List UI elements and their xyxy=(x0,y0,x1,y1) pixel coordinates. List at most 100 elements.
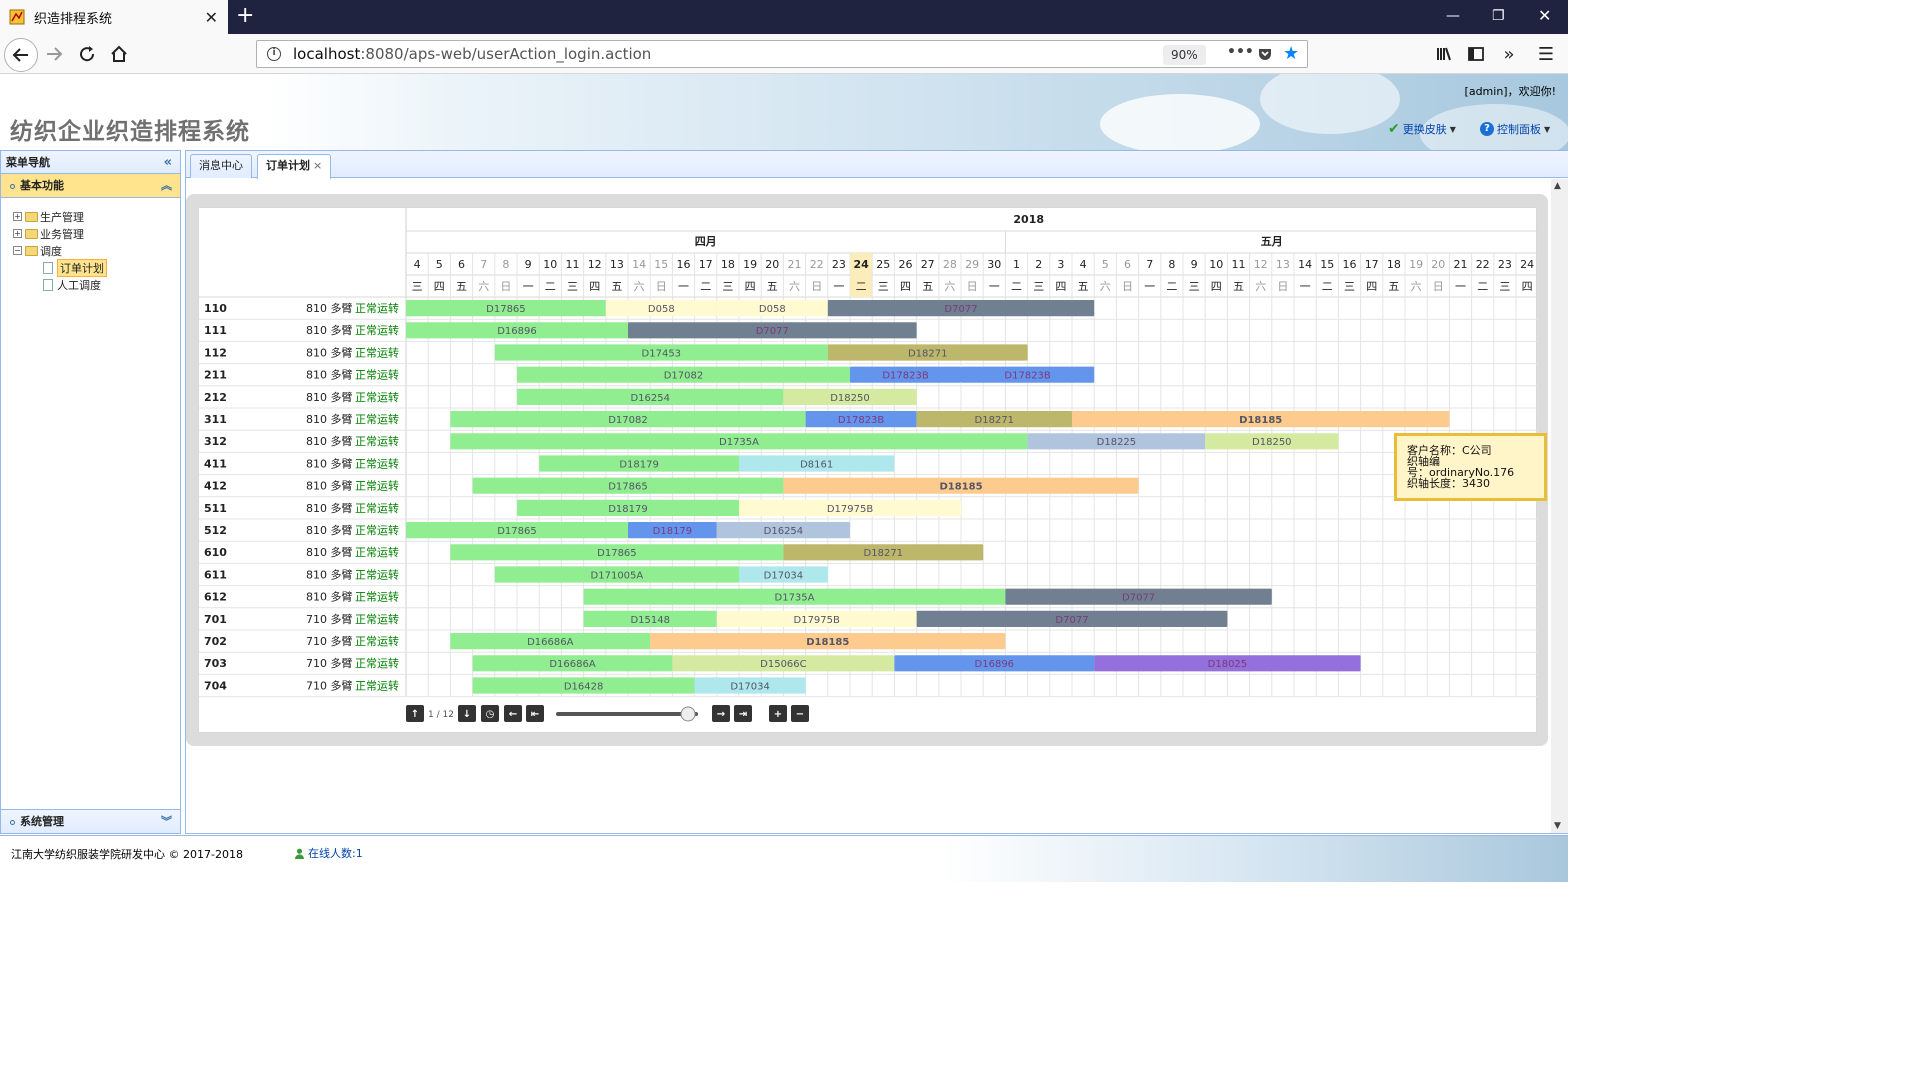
task-label[interactable]: D1735A xyxy=(719,437,759,448)
section-system-management[interactable]: 系统管理 ︾ xyxy=(1,809,180,833)
collapse-sidebar-icon[interactable]: « xyxy=(164,151,172,174)
tab-message-center[interactable]: 消息中心 xyxy=(190,154,252,178)
task-label[interactable]: D7077 xyxy=(756,326,789,337)
task-label[interactable]: D18179 xyxy=(653,526,693,537)
change-skin-button[interactable]: ✔ 更换皮肤 ▼ xyxy=(1388,121,1456,137)
tree-node-production[interactable]: + 生产管理 xyxy=(13,208,180,225)
task-label[interactable]: D18225 xyxy=(1097,437,1137,448)
task-label[interactable]: D16254 xyxy=(630,393,670,404)
machine-id[interactable]: 512 xyxy=(204,524,227,537)
expand-icon[interactable]: + xyxy=(13,212,22,221)
browser-tab[interactable]: 织造排程系统 ✕ xyxy=(0,0,228,34)
page-actions-icon[interactable]: ••• xyxy=(1227,44,1254,60)
task-label[interactable]: D18185 xyxy=(1239,415,1282,426)
task-label[interactable]: D17453 xyxy=(642,348,682,359)
pocket-icon[interactable] xyxy=(1257,46,1273,66)
task-label[interactable]: D18250 xyxy=(830,393,870,404)
machine-id[interactable]: 612 xyxy=(204,591,227,604)
section-basic-functions[interactable]: 基本功能 ︽ xyxy=(1,174,180,198)
task-label[interactable]: D17975B xyxy=(794,615,841,626)
new-tab-icon[interactable]: + xyxy=(236,5,254,27)
tree-node-order-plan[interactable]: 订单计划 xyxy=(13,258,180,277)
machine-id[interactable]: 411 xyxy=(204,457,227,470)
task-label[interactable]: D7077 xyxy=(1055,615,1088,626)
task-label[interactable]: D18271 xyxy=(975,415,1015,426)
scroll-up-icon[interactable]: ▲ xyxy=(1554,181,1561,191)
expand-section-icon[interactable]: ︾ xyxy=(161,810,172,834)
reload-icon[interactable] xyxy=(73,40,101,68)
hamburger-menu-icon[interactable]: ☰ xyxy=(1532,40,1560,68)
task-label[interactable]: D058 xyxy=(759,304,786,315)
close-window-icon[interactable]: ✕ xyxy=(1538,6,1551,25)
task-label[interactable]: D16686A xyxy=(527,637,574,648)
task-label[interactable]: D17823B xyxy=(882,371,929,382)
sidebar-toggle-icon[interactable] xyxy=(1462,40,1490,68)
bookmark-star-icon[interactable]: ★ xyxy=(1283,43,1299,64)
home-icon[interactable] xyxy=(105,40,133,68)
close-tab-icon[interactable]: ✕ xyxy=(205,8,218,27)
machine-id[interactable]: 311 xyxy=(204,413,227,426)
task-label[interactable]: D17823B xyxy=(1004,371,1051,382)
task-label[interactable]: D17823B xyxy=(838,415,885,426)
machine-id[interactable]: 703 xyxy=(204,657,227,670)
machine-id[interactable]: 112 xyxy=(204,346,227,359)
task-label[interactable]: D17865 xyxy=(497,526,537,537)
back-icon[interactable] xyxy=(4,38,38,72)
control-panel-button[interactable]: ? 控制面板 ▼ xyxy=(1480,121,1550,137)
collapse-icon[interactable]: − xyxy=(13,246,22,255)
zoom-level[interactable]: 90% xyxy=(1163,45,1206,65)
task-label[interactable]: D18179 xyxy=(619,459,659,470)
machine-id[interactable]: 704 xyxy=(204,679,227,692)
collapse-section-icon[interactable]: ︽ xyxy=(161,174,172,198)
task-label[interactable]: D17082 xyxy=(608,415,648,426)
machine-id[interactable]: 412 xyxy=(204,480,227,493)
tree-node-manual-dispatch[interactable]: 人工调度 xyxy=(13,276,180,293)
task-label[interactable]: D8161 xyxy=(800,459,833,470)
overflow-menu-icon[interactable]: » xyxy=(1495,40,1523,68)
task-label[interactable]: D1735A xyxy=(775,593,815,604)
zoom-slider-handle[interactable] xyxy=(680,706,696,722)
vertical-scrollbar[interactable]: ▲ ▼ xyxy=(1551,179,1568,833)
machine-id[interactable]: 110 xyxy=(204,302,227,315)
task-label[interactable]: D17034 xyxy=(764,570,804,581)
forward-icon[interactable] xyxy=(40,40,68,68)
address-bar[interactable]: i localhost:8080/aps-web/userAction_logi… xyxy=(256,40,1308,68)
task-label[interactable]: D16896 xyxy=(975,659,1015,670)
close-tab-icon[interactable]: × xyxy=(313,159,322,172)
scroll-down-icon[interactable]: ▼ xyxy=(1554,821,1561,831)
machine-id[interactable]: 312 xyxy=(204,435,227,448)
tab-order-plan[interactable]: 订单计划 × xyxy=(257,154,332,179)
task-label[interactable]: D17865 xyxy=(597,548,637,559)
task-label[interactable]: D058 xyxy=(648,304,675,315)
task-label[interactable]: D18271 xyxy=(908,348,948,359)
task-label[interactable]: D18025 xyxy=(1208,659,1248,670)
task-label[interactable]: D18185 xyxy=(939,482,982,493)
task-label[interactable]: D17865 xyxy=(608,482,648,493)
machine-id[interactable]: 611 xyxy=(204,568,227,581)
minimize-icon[interactable]: — xyxy=(1446,8,1460,24)
task-label[interactable]: D18271 xyxy=(864,548,904,559)
task-label[interactable]: D17082 xyxy=(664,371,704,382)
task-label[interactable]: D16896 xyxy=(497,326,537,337)
machine-id[interactable]: 702 xyxy=(204,635,227,648)
url-text[interactable]: localhost:8080/aps-web/userAction_login.… xyxy=(293,45,651,63)
machine-id[interactable]: 111 xyxy=(204,324,227,337)
task-label[interactable]: D17034 xyxy=(730,681,770,692)
task-label[interactable]: D171005A xyxy=(591,570,644,581)
task-label[interactable]: D16254 xyxy=(764,526,804,537)
expand-icon[interactable]: + xyxy=(13,229,22,238)
task-label[interactable]: D17865 xyxy=(486,304,526,315)
machine-id[interactable]: 610 xyxy=(204,546,227,559)
machine-id[interactable]: 212 xyxy=(204,391,227,404)
task-label[interactable]: D18250 xyxy=(1252,437,1292,448)
task-label[interactable]: D15066C xyxy=(760,659,807,670)
task-label[interactable]: D7077 xyxy=(944,304,977,315)
tree-node-business[interactable]: + 业务管理 xyxy=(13,225,180,242)
machine-id[interactable]: 511 xyxy=(204,502,227,515)
task-label[interactable]: D18179 xyxy=(608,504,648,515)
task-label[interactable]: D16686A xyxy=(549,659,596,670)
zoom-slider-track[interactable] xyxy=(556,712,698,716)
library-icon[interactable] xyxy=(1430,40,1458,68)
task-label[interactable]: D18185 xyxy=(806,637,849,648)
restore-icon[interactable]: ❐ xyxy=(1492,8,1505,24)
